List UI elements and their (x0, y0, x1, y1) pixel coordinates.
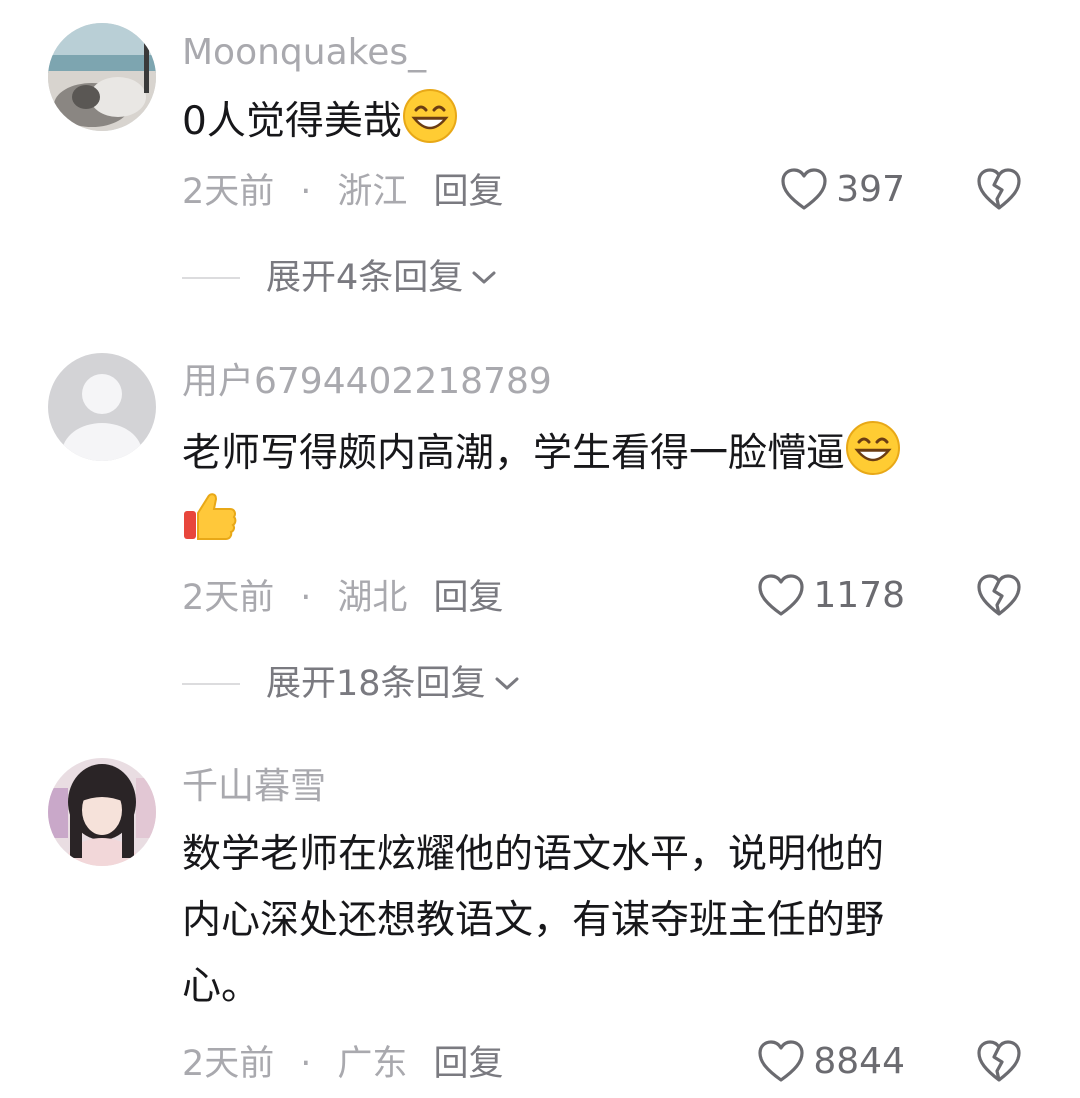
like-button[interactable]: 8844 (757, 1040, 905, 1084)
like-count: 8844 (813, 1041, 905, 1082)
separator-dot: · (300, 1044, 312, 1084)
comment-meta: 2天前 · 广东 回复 (182, 1044, 503, 1084)
username[interactable]: 千山暮雪 (182, 767, 326, 807)
dislike-button[interactable] (976, 1040, 1022, 1088)
comment-text-line: 内心深处还想教语文，有谋夺班主任的野 (182, 898, 885, 943)
comment-text: 数学老师在炫耀他的语文水平，说明他的 内心深处还想教语文，有谋夺班主任的野 心。 (182, 822, 1022, 1020)
comment-time: 2天前 (182, 1044, 275, 1084)
comment-location: 广东 (337, 1044, 408, 1084)
comment-item: 千山暮雪 数学老师在炫耀他的语文水平，说明他的 内心深处还想教语文，有谋夺班主任… (0, 0, 1080, 1098)
comment-text-line: 心。 (182, 964, 261, 1009)
reply-button[interactable]: 回复 (433, 1044, 503, 1084)
comment-text-line: 数学老师在炫耀他的语文水平，说明他的 (182, 832, 885, 877)
broken-heart-icon (977, 1040, 1021, 1082)
user-avatar[interactable] (48, 758, 156, 866)
heart-outline-icon (758, 1040, 804, 1082)
girl-portrait-avatar (48, 758, 156, 866)
